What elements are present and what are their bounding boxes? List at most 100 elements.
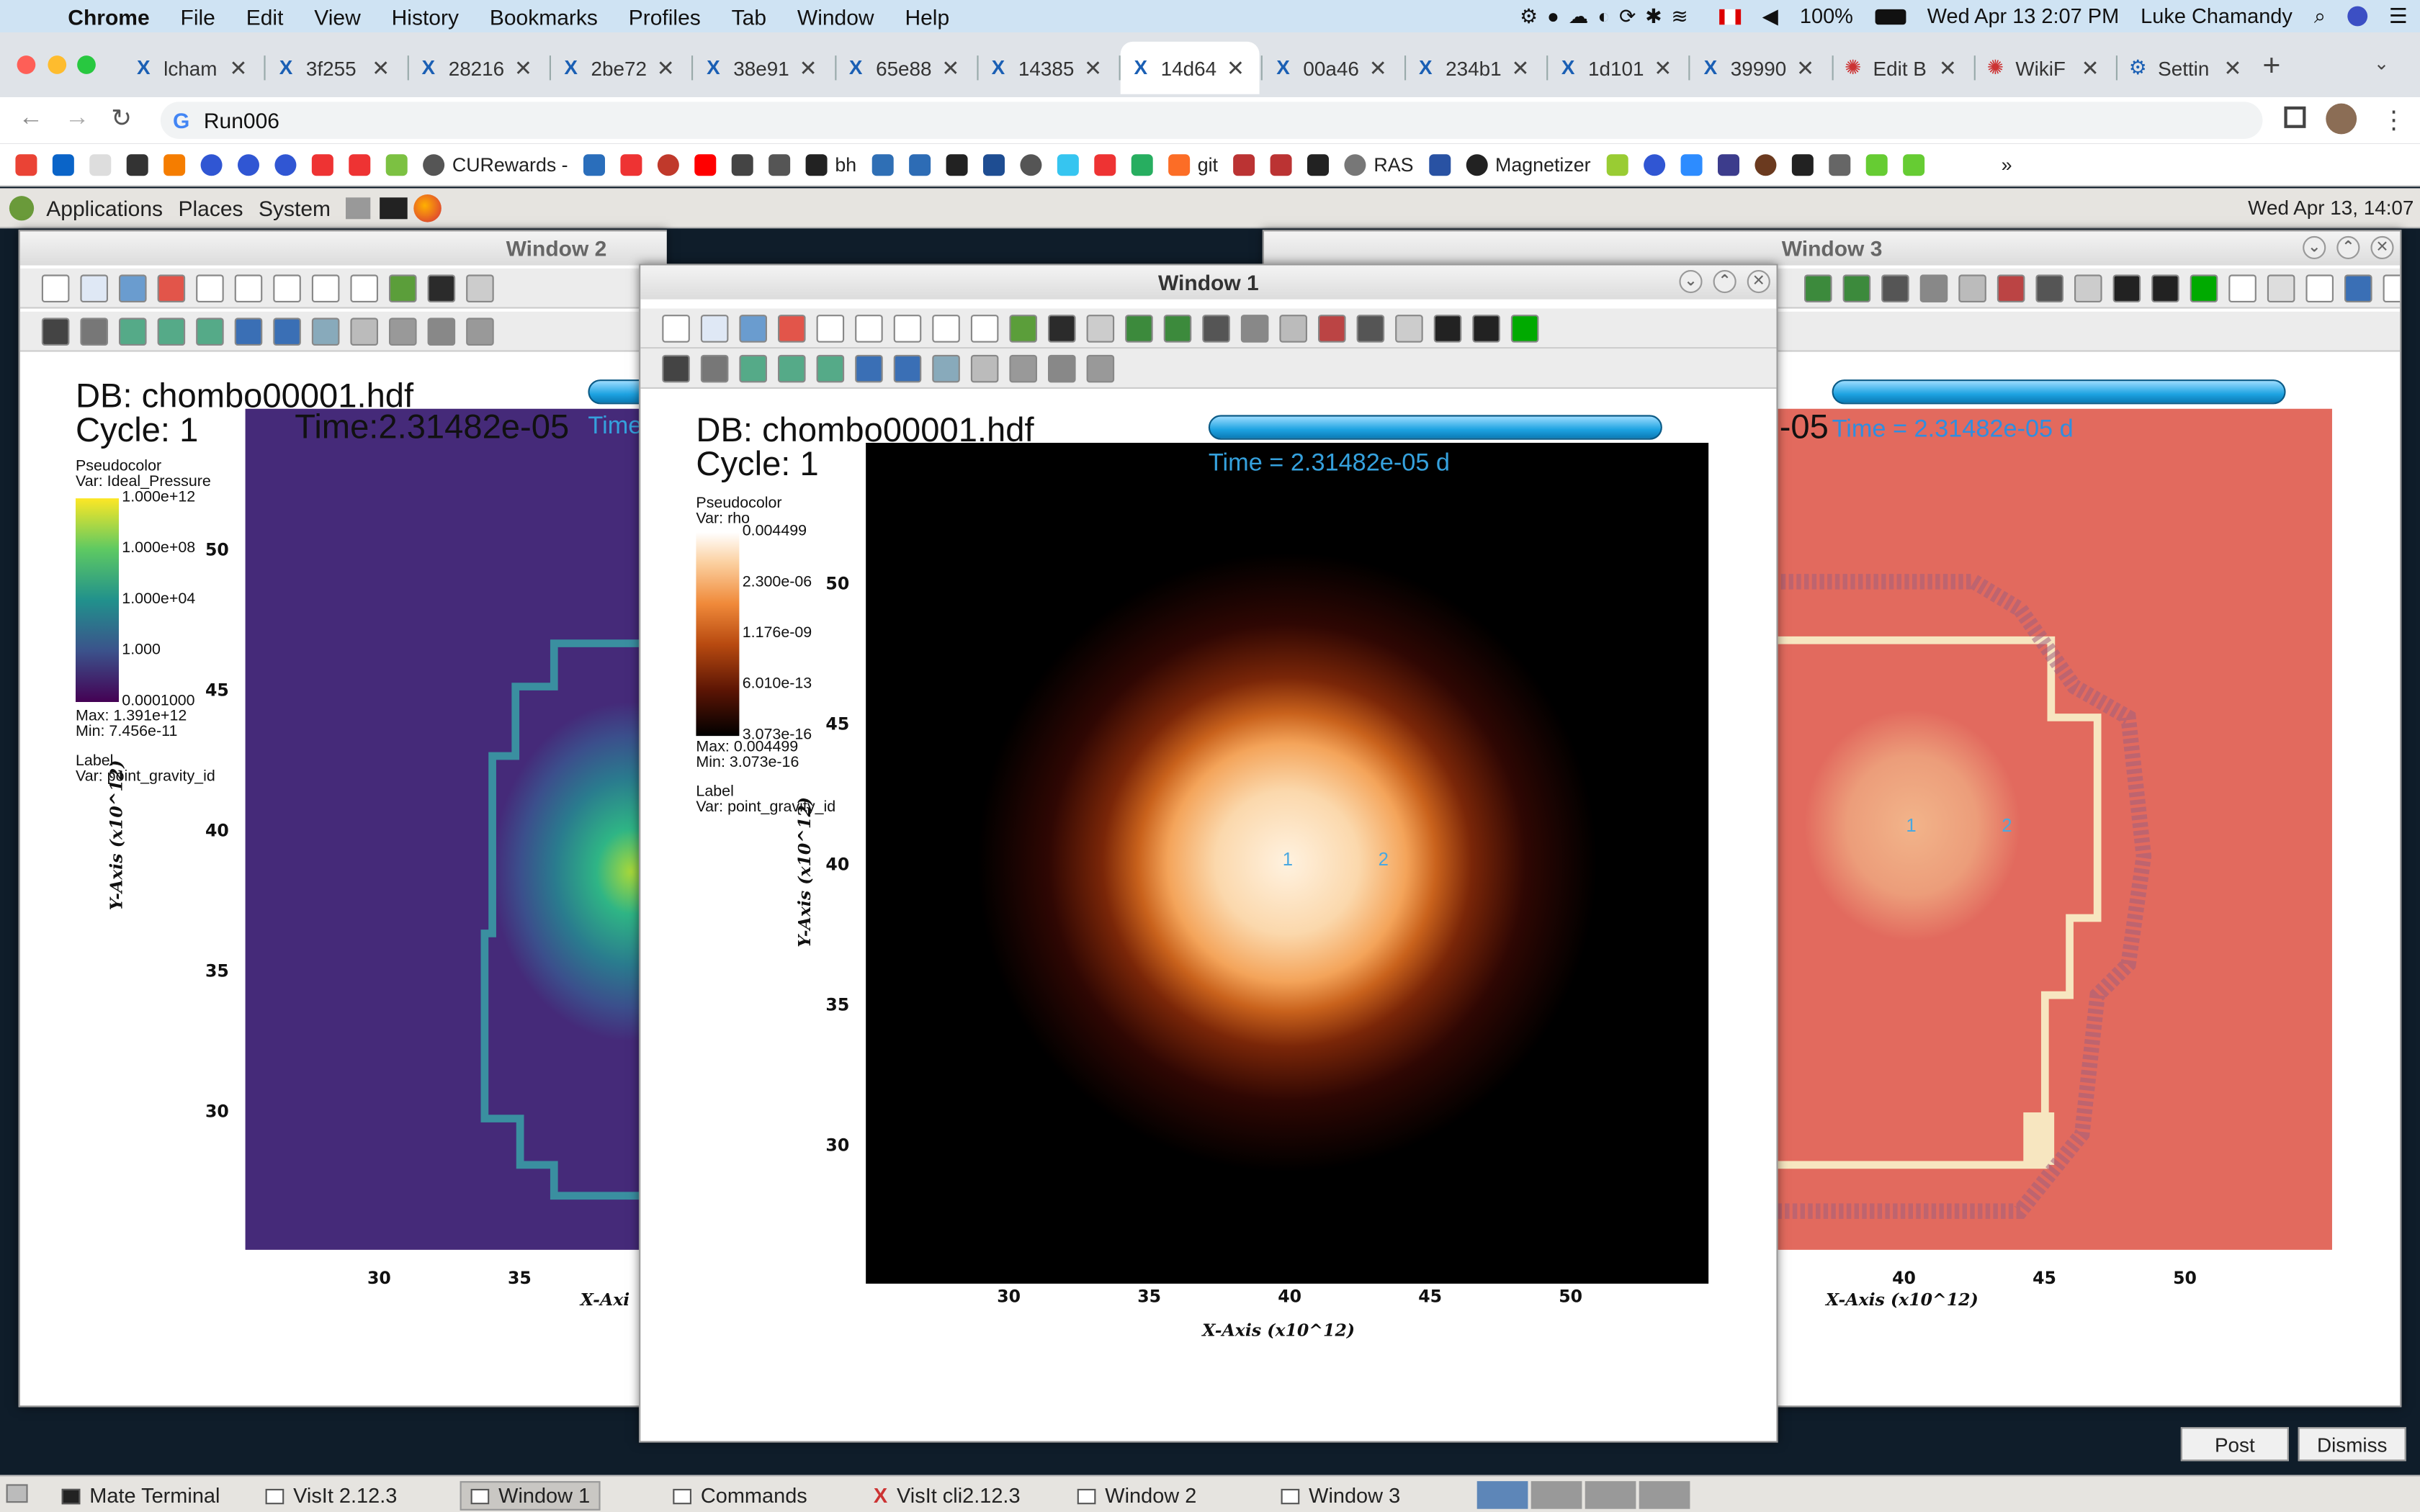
visit-toolbar-button[interactable]: [2074, 274, 2102, 302]
tab-8[interactable]: X 00a46 ✕: [1263, 42, 1402, 94]
menu-window[interactable]: Window: [797, 4, 874, 28]
visit-toolbar-button[interactable]: [662, 315, 690, 343]
visit-toolbar-button[interactable]: [1048, 315, 1076, 343]
taskbar-visit[interactable]: VisIt 2.12.3: [256, 1481, 406, 1511]
tab-close-icon[interactable]: ✕: [1796, 55, 1814, 81]
bookmark-ros[interactable]: [349, 153, 371, 176]
visit-toolbar-button[interactable]: [41, 274, 70, 302]
menu-profiles[interactable]: Profiles: [629, 4, 701, 28]
visit-toolbar-button[interactable]: [1356, 315, 1385, 343]
workspace-2[interactable]: [1531, 1481, 1582, 1509]
tab-close-icon[interactable]: ✕: [941, 55, 959, 81]
visit-toolbar-button[interactable]: [1996, 274, 2025, 302]
window-2-titlebar[interactable]: Window 2: [19, 231, 667, 266]
bookmark-zoom[interactable]: [1680, 153, 1702, 176]
workspace-switcher[interactable]: [1476, 1481, 1690, 1509]
tab-14[interactable]: ⚙ Settin ✕: [2118, 42, 2257, 94]
visit-toolbar-button[interactable]: [2035, 274, 2063, 302]
bookmark-blogger[interactable]: [163, 153, 186, 176]
bookmark-c4[interactable]: [1428, 153, 1451, 176]
tab-3[interactable]: X 2be72 ✕: [551, 42, 690, 94]
bookmark-star[interactable]: [1094, 153, 1116, 176]
post-button[interactable]: Post: [2180, 1427, 2289, 1462]
visit-toolbar-button[interactable]: [2344, 274, 2372, 302]
show-desktop-icon[interactable]: [6, 1484, 28, 1503]
tab-close-icon[interactable]: ✕: [1939, 55, 1957, 81]
bookmark-plus[interactable]: [1131, 153, 1153, 176]
visit-toolbar-button[interactable]: [234, 318, 263, 346]
visit-toolbar-button[interactable]: [1202, 315, 1230, 343]
tab-close-icon[interactable]: ✕: [2081, 55, 2099, 81]
menu-tab[interactable]: Tab: [732, 4, 766, 28]
bookmark-b5[interactable]: [768, 153, 791, 176]
tab-close-icon[interactable]: ✕: [2223, 55, 2241, 81]
bookmark-b9[interactable]: [982, 153, 1005, 176]
taskbar-visit-cli[interactable]: X VisIt cli2.12.3: [864, 1481, 1029, 1511]
visit-toolbar-button[interactable]: [700, 315, 729, 343]
visit-toolbar-button[interactable]: [2190, 274, 2218, 302]
visit-toolbar-button[interactable]: [2267, 274, 2295, 302]
window-1-minimize-button[interactable]: ⌄: [1679, 270, 1703, 294]
window-1-close-button[interactable]: ✕: [1747, 270, 1770, 294]
terminal-launcher-icon[interactable]: [380, 197, 408, 219]
window-3-minimize-button[interactable]: ⌄: [2303, 235, 2326, 259]
visit-toolbar-button[interactable]: [739, 315, 767, 343]
tab-search-icon[interactable]: ⌄: [2374, 53, 2390, 74]
visit-toolbar-button[interactable]: [932, 315, 960, 343]
taskbar-window-2[interactable]: Window 2: [1068, 1481, 1206, 1511]
tab-2[interactable]: X 28216 ✕: [408, 42, 547, 94]
visit-toolbar-button[interactable]: [893, 354, 922, 383]
bookmark-outlook[interactable]: [52, 153, 74, 176]
mate-logo-icon[interactable]: [9, 195, 35, 220]
tab-close-icon[interactable]: ✕: [1511, 55, 1529, 81]
window-3-maximize-button[interactable]: ⌃: [2336, 235, 2360, 259]
menu-history[interactable]: History: [392, 4, 459, 28]
new-tab-button[interactable]: +: [2262, 50, 2280, 85]
visit-toolbar-button[interactable]: [1279, 315, 1307, 343]
visit-toolbar-button[interactable]: [389, 318, 417, 346]
visit-toolbar-button[interactable]: [2305, 274, 2334, 302]
tab-11[interactable]: X 39990 ✕: [1690, 42, 1829, 94]
tab-6[interactable]: X 14385 ✕: [978, 42, 1117, 94]
visit-toolbar-button[interactable]: [389, 274, 417, 302]
visit-toolbar-button[interactable]: [1048, 354, 1076, 383]
forward-icon[interactable]: →: [65, 105, 89, 133]
back-icon[interactable]: ←: [19, 105, 43, 133]
applications-menu[interactable]: Applications: [46, 195, 163, 220]
visit-toolbar-button[interactable]: [778, 354, 806, 383]
bookmark-item[interactable]: [126, 153, 148, 176]
tab-close-icon[interactable]: ✕: [1227, 55, 1245, 81]
bookmark-a3[interactable]: [274, 153, 297, 176]
clock[interactable]: Wed Apr 13 2:07 PM: [1927, 4, 2119, 27]
tab-9[interactable]: X 234b1 ✕: [1405, 42, 1544, 94]
visit-toolbar-button[interactable]: [80, 274, 108, 302]
tab-1[interactable]: X 3f255 ✕: [266, 42, 405, 94]
visit-toolbar-button[interactable]: [157, 318, 186, 346]
visit-toolbar-button[interactable]: [1842, 274, 1871, 302]
visit-toolbar-button[interactable]: [119, 318, 147, 346]
visit-toolbar-button[interactable]: [855, 315, 883, 343]
tab-close-icon[interactable]: ✕: [1369, 55, 1387, 81]
flag-icon[interactable]: [1718, 8, 1741, 24]
bookmark-youtube[interactable]: [694, 153, 717, 176]
chrome-menu-icon[interactable]: ⋮: [2381, 105, 2406, 136]
bookmark-b10[interactable]: [1020, 153, 1042, 176]
bookmark-tsn[interactable]: [311, 153, 333, 176]
visit-toolbar-button[interactable]: [932, 354, 960, 383]
tab-10[interactable]: X 1d101 ✕: [1548, 42, 1687, 94]
bookmark-c2[interactable]: [1270, 153, 1292, 176]
visit-toolbar-button[interactable]: [196, 318, 224, 346]
visit-toolbar-button[interactable]: [1881, 274, 1909, 302]
workspace-1[interactable]: [1476, 1481, 1528, 1509]
visit-toolbar-button[interactable]: [1472, 315, 1500, 343]
close-window-dot[interactable]: [17, 55, 36, 74]
visit-toolbar-button[interactable]: [427, 318, 456, 346]
menu-app[interactable]: Chrome: [68, 4, 149, 28]
tab-0[interactable]: Xlcham ✕: [123, 42, 262, 94]
bookmark-gmail[interactable]: [15, 153, 37, 176]
window-3-close-button[interactable]: ✕: [2370, 235, 2394, 259]
visit-toolbar-button[interactable]: [196, 274, 224, 302]
bookmark-b2[interactable]: [620, 153, 642, 176]
visit-toolbar-button[interactable]: [700, 354, 729, 383]
visit-toolbar-button[interactable]: [970, 315, 999, 343]
